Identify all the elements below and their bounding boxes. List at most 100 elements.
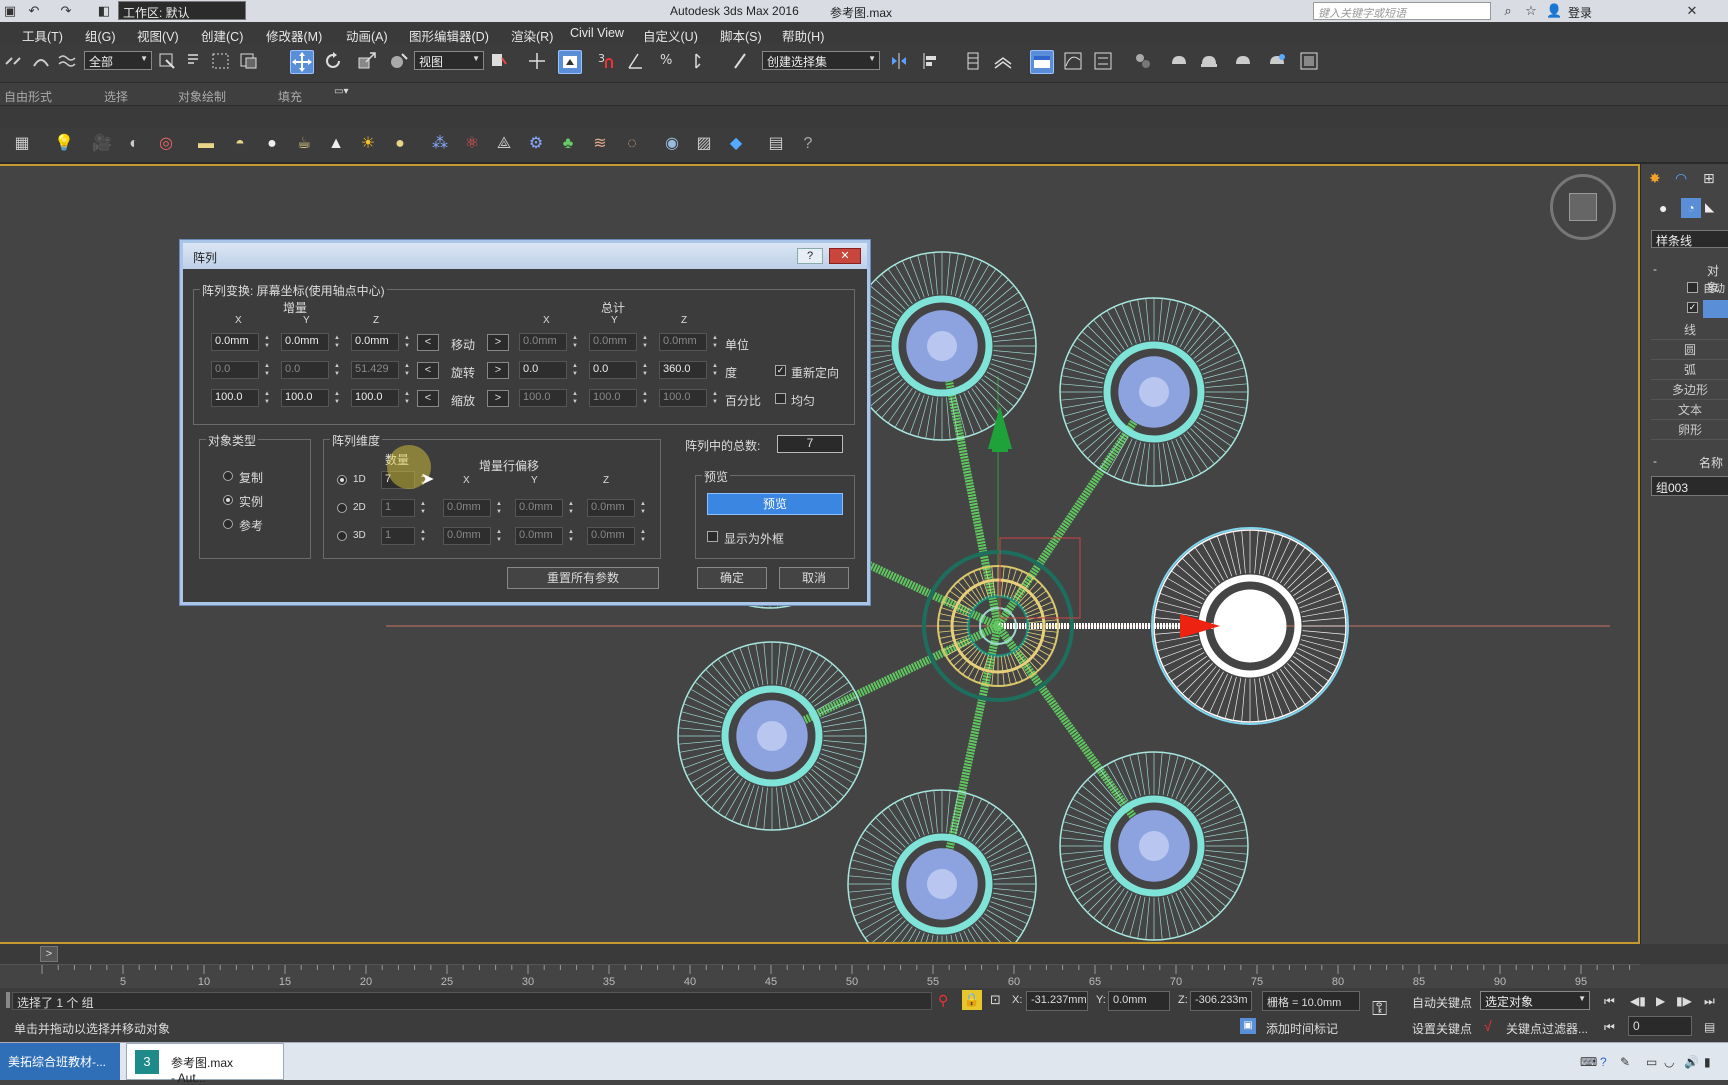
create-tab-icon[interactable]: ✸ bbox=[1649, 170, 1661, 187]
foliage-icon[interactable]: ♣ bbox=[556, 132, 580, 156]
shape-ngon[interactable]: 多边形 bbox=[1651, 380, 1728, 400]
reference-radio[interactable] bbox=[223, 519, 233, 529]
move-left-arrow-button[interactable]: < bbox=[417, 334, 439, 351]
molecule-icon[interactable]: ⚛ bbox=[460, 132, 484, 156]
shape-arc[interactable]: 弧 bbox=[1651, 360, 1728, 380]
copy-radio[interactable] bbox=[223, 471, 233, 481]
render-frame-window-icon[interactable] bbox=[1298, 50, 1322, 74]
reference-coord-select[interactable]: 视图 bbox=[414, 51, 484, 70]
time-slider[interactable]: > bbox=[0, 944, 1728, 964]
goto-end-icon[interactable]: ⏭ bbox=[1704, 994, 1715, 1009]
material-editor-icon[interactable] bbox=[1132, 50, 1156, 74]
count-3d-input[interactable]: 1 bbox=[381, 527, 426, 545]
menu-animation[interactable]: 动画(A) bbox=[346, 26, 388, 45]
gear-icon[interactable]: ⚙ bbox=[524, 132, 548, 156]
named-selection-select[interactable]: 创建选择集 bbox=[762, 51, 880, 70]
scale-incr-y[interactable]: 100.0 bbox=[281, 389, 340, 407]
offset-3d-x[interactable]: 0.0mm bbox=[443, 527, 502, 545]
menu-scripting[interactable]: 脚本(S) bbox=[720, 26, 762, 45]
help-tray-icon[interactable]: ? bbox=[1600, 1055, 1607, 1069]
y-coord-input[interactable]: 0.0mm bbox=[1108, 991, 1170, 1011]
cancel-button[interactable]: 取消 bbox=[779, 567, 849, 589]
offset-2d-x[interactable]: 0.0mm bbox=[443, 499, 502, 517]
angle-snap-icon[interactable] bbox=[626, 50, 650, 74]
offset-3d-z[interactable]: 0.0mm bbox=[587, 527, 646, 545]
ribbon-tab-selection[interactable]: 选择 bbox=[104, 88, 128, 105]
taskbar-app-1[interactable]: 美拓综合班教材-... bbox=[0, 1043, 120, 1080]
close-icon[interactable]: ✕ bbox=[1684, 3, 1700, 19]
rotate-right-arrow-button[interactable]: > bbox=[487, 362, 509, 379]
space-warp-icon[interactable]: ◎ bbox=[154, 132, 178, 156]
helper-icon[interactable]: ◐ bbox=[122, 132, 146, 156]
rotate-total-y[interactable]: 0.0 bbox=[589, 361, 648, 379]
render-icon[interactable]: ◆ bbox=[724, 132, 748, 156]
menu-create[interactable]: 创建(C) bbox=[201, 26, 243, 45]
wheel[interactable] bbox=[847, 251, 1037, 441]
next-frame-icon[interactable]: ▮▶ bbox=[1676, 994, 1692, 1008]
battery-tray-icon[interactable]: ▮ bbox=[1704, 1055, 1711, 1069]
dim-1d-radio[interactable] bbox=[337, 475, 347, 485]
scale-left-arrow-button[interactable]: < bbox=[417, 390, 439, 407]
proxy-icon[interactable]: ▨ bbox=[692, 132, 716, 156]
key-filter-icon[interactable]: √ bbox=[1484, 1018, 1492, 1034]
scene-explorer-icon[interactable] bbox=[992, 50, 1016, 74]
key-filters-button[interactable]: 关键点过滤器... bbox=[1506, 1020, 1588, 1037]
shape-line[interactable]: 线 bbox=[1651, 320, 1728, 340]
undo-icon[interactable]: ↶ bbox=[26, 3, 42, 19]
scale-right-arrow-button[interactable]: > bbox=[487, 390, 509, 407]
lights-icon[interactable]: ◣ bbox=[1705, 200, 1714, 214]
offset-3d-y[interactable]: 0.0mm bbox=[515, 527, 574, 545]
add-time-tag[interactable]: 添加时间标记 bbox=[1266, 1020, 1338, 1037]
scale-total-y[interactable]: 100.0 bbox=[589, 389, 648, 407]
reset-all-params-button[interactable]: 重置所有参数 bbox=[507, 567, 659, 589]
rotate-icon[interactable] bbox=[322, 50, 346, 74]
uniform-checkbox[interactable] bbox=[775, 393, 786, 404]
ribbon-tab-populate[interactable]: 填充 bbox=[278, 88, 302, 105]
z-coord-input[interactable]: -306.233m bbox=[1190, 991, 1252, 1011]
goto-start-icon[interactable]: ⏮ bbox=[1604, 994, 1615, 1009]
menu-tools[interactable]: 工具(T) bbox=[22, 26, 63, 45]
time-config-icon[interactable]: ▤ bbox=[1704, 1020, 1715, 1034]
select-by-name-icon[interactable] bbox=[184, 50, 208, 74]
ribbon-options-icon[interactable]: ▭▾ bbox=[334, 86, 348, 97]
menu-graph-editors[interactable]: 图形编辑器(D) bbox=[409, 26, 489, 45]
schematic-view-icon[interactable] bbox=[1092, 50, 1116, 74]
document-icon[interactable]: ▤ bbox=[764, 132, 788, 156]
place-icon[interactable] bbox=[388, 50, 412, 74]
wifi-tray-icon[interactable]: ◡ bbox=[1664, 1055, 1674, 1069]
teapot-icon[interactable]: ☕ bbox=[292, 132, 316, 156]
keyboard-tray-icon[interactable]: ⌨ bbox=[1580, 1055, 1597, 1069]
scale-icon[interactable] bbox=[356, 50, 380, 74]
rect-selection-icon[interactable] bbox=[210, 50, 234, 74]
keyboard-shortcut-icon[interactable] bbox=[558, 50, 582, 74]
search-input[interactable]: 键入关键字或短语 bbox=[1313, 2, 1491, 20]
move-incr-z[interactable]: 0.0mm bbox=[351, 333, 410, 351]
edit-named-sel-icon[interactable] bbox=[730, 50, 754, 74]
login-link[interactable]: 登录 bbox=[1568, 4, 1592, 21]
menu-view[interactable]: 视图(V) bbox=[137, 26, 179, 45]
layer-manager-icon[interactable] bbox=[962, 50, 986, 74]
key-mode-icon[interactable]: ⏮ bbox=[1604, 1020, 1615, 1035]
move-right-arrow-button[interactable]: > bbox=[487, 334, 509, 351]
rotate-incr-y[interactable]: 0.0 bbox=[281, 361, 340, 379]
hair-icon[interactable]: ≋ bbox=[588, 132, 612, 156]
current-frame-input[interactable]: 0 bbox=[1628, 1016, 1692, 1036]
particle-icon[interactable]: ⁂ bbox=[428, 132, 452, 156]
spinner-snap-icon[interactable] bbox=[690, 50, 714, 74]
menu-rendering[interactable]: 渲染(R) bbox=[511, 26, 553, 45]
shapes-icon[interactable]: ◔ bbox=[1681, 198, 1701, 218]
offset-2d-y[interactable]: 0.0mm bbox=[515, 499, 574, 517]
track-bar[interactable]: 5101520253035404550556065707580859095100 bbox=[0, 964, 1671, 988]
viewcube-face[interactable] bbox=[1569, 193, 1597, 221]
key-icon[interactable]: ⚿ bbox=[1372, 998, 1387, 1021]
sphere-icon[interactable]: ● bbox=[260, 132, 284, 156]
move-incr-x[interactable]: 0.0mm bbox=[211, 333, 270, 351]
container-icon[interactable]: ▦ bbox=[10, 132, 34, 156]
cone-icon[interactable]: ▲ bbox=[324, 132, 348, 156]
binoculars-icon[interactable]: ⌕ bbox=[1500, 3, 1516, 19]
plane-icon[interactable]: ▬ bbox=[194, 132, 218, 156]
lock-icon[interactable]: 🔒 bbox=[962, 990, 982, 1010]
render-production-icon[interactable] bbox=[1232, 50, 1256, 74]
menu-modifiers[interactable]: 修改器(M) bbox=[266, 26, 322, 45]
move-total-y[interactable]: 0.0mm bbox=[589, 333, 648, 351]
